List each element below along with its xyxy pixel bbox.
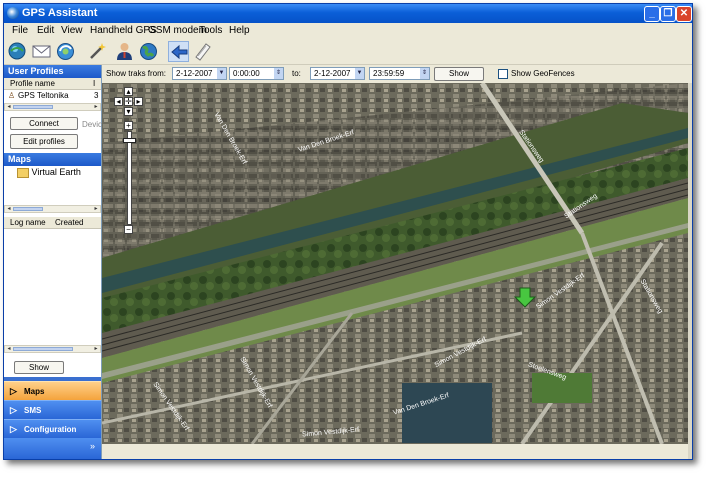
menu-file[interactable]: File — [12, 25, 28, 36]
show-logs-button[interactable]: Show — [14, 361, 64, 374]
aerial-map — [102, 83, 688, 444]
show-tracks-button[interactable]: Show — [434, 67, 484, 81]
to-label: to: — [292, 69, 301, 78]
scroll-thumb[interactable] — [13, 347, 73, 351]
from-time-input[interactable]: 0:00:00 ⇕ — [229, 67, 284, 80]
menu-bar: File Edit View Handheld GPS GSM modem To… — [4, 23, 692, 39]
nav-configuration-label: Configuration — [24, 425, 77, 434]
nav-sms-label: SMS — [24, 406, 42, 415]
logs-grid-header: Log name Created — [4, 217, 101, 229]
app-icon — [7, 7, 19, 19]
double-chevron-icon[interactable]: » — [90, 441, 95, 451]
profile-name-column[interactable]: Profile name — [10, 78, 55, 89]
folder-icon — [17, 167, 29, 178]
nav-maps[interactable]: ▷ Maps — [4, 381, 101, 400]
arrow-icon[interactable] — [168, 41, 189, 62]
spinner-icon[interactable]: ⇕ — [420, 68, 429, 79]
chevron-right-icon: ▷ — [10, 386, 17, 396]
dropdown-arrow-icon[interactable]: ▼ — [355, 68, 364, 79]
edit-profiles-button[interactable]: Edit profiles — [10, 134, 78, 149]
log-name-column[interactable]: Log name — [10, 217, 46, 228]
scroll-left-icon[interactable]: ◂ — [6, 104, 12, 110]
from-date-picker[interactable]: 2-12-2007 ▼ — [172, 67, 227, 80]
map-vscroll[interactable] — [688, 83, 692, 459]
nav-configuration[interactable]: ▷ Configuration — [4, 419, 101, 438]
pan-up-icon[interactable]: ▴ — [124, 87, 133, 96]
zoom-slider-handle[interactable] — [123, 138, 136, 143]
track-filter-bar: Show traks from: 2-12-2007 ▼ 0:00:00 ⇕ t… — [102, 65, 692, 83]
nav-sms[interactable]: ▷ SMS — [4, 400, 101, 419]
wand-icon[interactable] — [87, 41, 108, 62]
logs-hscroll[interactable]: ◂ ▸ — [4, 345, 101, 353]
connect-button[interactable]: Connect — [10, 117, 78, 130]
maps-header: Maps — [4, 153, 101, 166]
globe-search-icon[interactable] — [7, 41, 28, 62]
zoom-out-icon[interactable]: − — [124, 225, 133, 234]
menu-view[interactable]: View — [61, 25, 83, 36]
tree-item-label: Virtual Earth — [31, 167, 81, 177]
scroll-thumb[interactable] — [13, 105, 53, 109]
menu-handheld-gps[interactable]: Handheld GPS — [90, 25, 157, 36]
pan-right-icon[interactable]: ▸ — [134, 97, 143, 106]
nav-overflow-bar: » — [4, 438, 101, 459]
zoom-slider-track[interactable] — [127, 131, 132, 225]
menu-help[interactable]: Help — [229, 25, 250, 36]
profile-row-value: 3 — [94, 91, 99, 100]
tree-item-virtual-earth[interactable]: Virtual Earth — [17, 167, 81, 178]
spinner-icon[interactable]: ⇕ — [274, 68, 283, 79]
from-date-value: 2-12-2007 — [176, 69, 213, 78]
to-date-value: 2-12-2007 — [314, 69, 351, 78]
pan-down-icon[interactable]: ▾ — [124, 107, 133, 116]
profiles-hscroll[interactable]: ◂ ▸ — [4, 103, 101, 111]
zoom-in-icon[interactable]: + — [124, 121, 133, 130]
created-column[interactable]: Created — [55, 217, 83, 228]
profiles-grid-header: Profile name I — [4, 78, 101, 90]
geofences-label: Show GeoFences — [511, 69, 575, 78]
map-view[interactable]: ▴ ◂ ✛ ▸ ▾ + − Van Den Broek-Erf Van Den … — [102, 83, 688, 444]
scroll-left-icon[interactable]: ◂ — [6, 346, 12, 352]
maps-hscroll[interactable]: ◂ ▸ — [4, 205, 101, 213]
profile-row[interactable]: ♙ GPS Teltonika 3 — [4, 90, 101, 101]
note-icon[interactable] — [192, 41, 213, 62]
user-profiles-header: User Profiles — [4, 65, 101, 78]
profile-person-icon: ♙ — [8, 91, 16, 100]
app-window: GPS Assistant _ ❐ ✕ File Edit View Handh… — [3, 3, 693, 460]
close-button[interactable]: ✕ — [676, 6, 692, 22]
user-icon[interactable] — [114, 41, 135, 62]
to-time-value: 23:59:59 — [373, 69, 405, 78]
dropdown-arrow-icon[interactable]: ▼ — [217, 68, 226, 79]
scroll-thumb[interactable] — [13, 207, 43, 211]
pan-left-icon[interactable]: ◂ — [114, 97, 123, 106]
chevron-right-icon: ▷ — [10, 405, 17, 415]
scroll-right-icon[interactable]: ▸ — [93, 104, 99, 110]
to-time-input[interactable]: 23:59:59 ⇕ — [369, 67, 430, 80]
window-title: GPS Assistant — [22, 7, 98, 19]
title-bar[interactable]: GPS Assistant _ ❐ ✕ — [4, 4, 692, 23]
mail-icon[interactable] — [31, 41, 52, 62]
toolbar — [4, 39, 692, 65]
menu-edit[interactable]: Edit — [37, 25, 54, 36]
pan-center-icon[interactable]: ✛ — [124, 97, 133, 106]
geofences-checkbox[interactable] — [498, 69, 508, 79]
minimize-button[interactable]: _ — [644, 6, 660, 22]
chevron-right-icon: ▷ — [10, 424, 17, 434]
profile-extra-column[interactable]: I — [93, 78, 95, 89]
scroll-right-icon[interactable]: ▸ — [93, 346, 99, 352]
to-date-picker[interactable]: 2-12-2007 ▼ — [310, 67, 365, 80]
show-tracks-from-label: Show traks from: — [106, 69, 167, 78]
device-label: Devic — [82, 120, 103, 129]
nav-maps-label: Maps — [24, 387, 45, 396]
maximize-button[interactable]: ❐ — [660, 6, 676, 22]
from-time-value: 0:00:00 — [233, 69, 260, 78]
refresh-globe-icon[interactable] — [55, 41, 76, 62]
earth-icon[interactable] — [138, 41, 159, 62]
scroll-right-icon[interactable]: ▸ — [93, 206, 99, 212]
scroll-left-icon[interactable]: ◂ — [6, 206, 12, 212]
menu-tools[interactable]: Tools — [199, 25, 222, 36]
profile-row-name: GPS Teltonika — [18, 91, 69, 100]
sidebar: User Profiles Profile name I ♙ GPS Telto… — [4, 65, 102, 459]
